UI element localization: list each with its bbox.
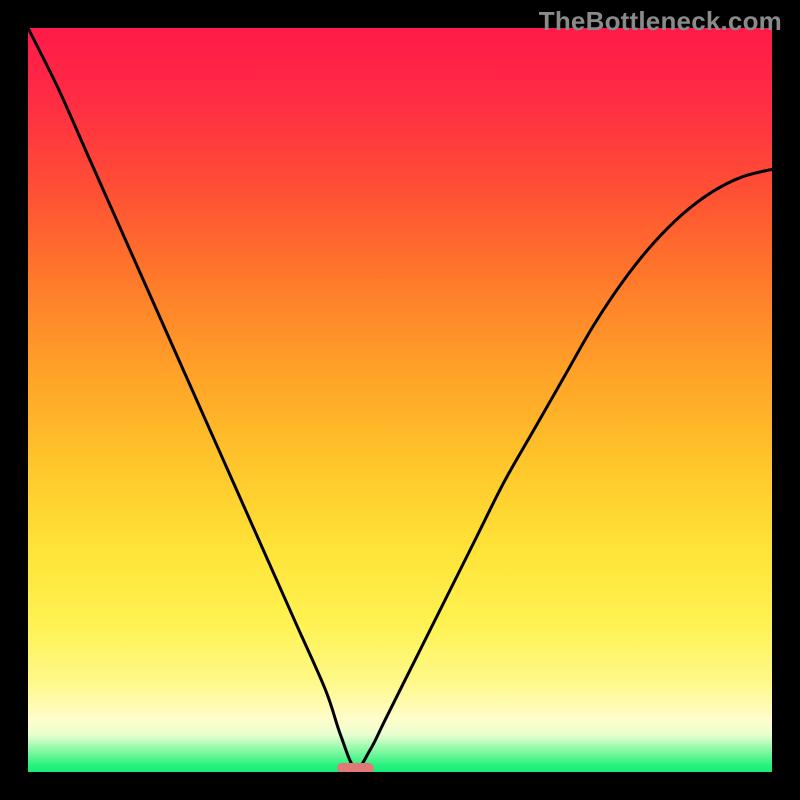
chart-canvas: TheBottleneck.com	[0, 0, 800, 800]
plot-area	[28, 28, 772, 772]
watermark-label: TheBottleneck.com	[539, 6, 782, 37]
optimal-marker	[337, 763, 374, 772]
bottleneck-curve	[28, 28, 772, 772]
